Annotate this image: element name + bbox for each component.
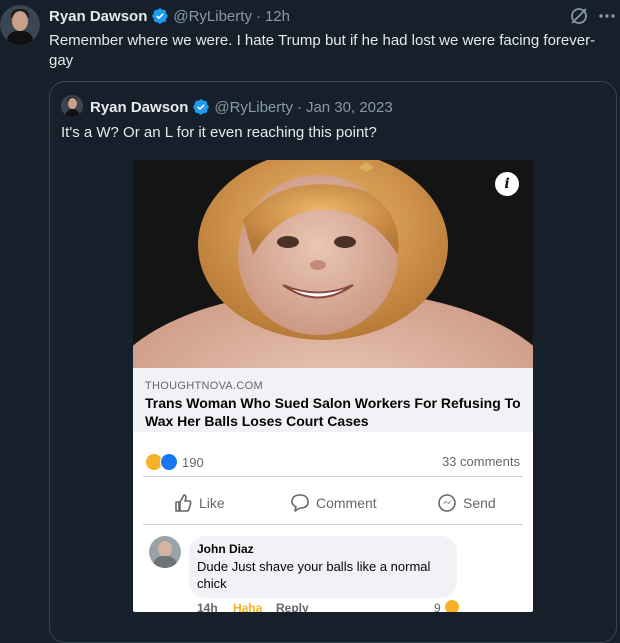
comment-label: Comment [316,495,377,511]
comment-reply-button[interactable]: Reply [276,601,309,612]
comment-time: 14h [197,601,218,612]
quote-date: Jan 30, 2023 [305,98,393,116]
comment-haha-icon [445,600,459,612]
comment-button[interactable]: Comment [290,493,377,513]
header-separator: · [255,7,261,25]
thumbs-up-icon [175,494,192,512]
attached-image[interactable]: i THOUGHTNOVA.COM Trans Woman Who Sued S… [133,160,533,612]
quote-author-avatar [61,95,83,117]
grok-icon[interactable] [569,6,589,26]
messenger-icon [438,494,456,512]
commenter-avatar [149,536,181,568]
send-button[interactable]: Send [437,493,496,513]
tweet-time[interactable]: 12h [265,8,290,25]
quote-author-handle: @RyLiberty [214,98,293,116]
quote-author-name: Ryan Dawson [90,98,189,116]
quote-header: Ryan Dawson @RyLiberty · Jan 30, 2023 [90,97,393,117]
comment-text: Dude Just shave your balls like a normal… [197,559,431,591]
reaction-count: 190 [182,454,204,470]
author-avatar[interactable] [0,5,40,45]
info-icon[interactable]: i [495,172,519,196]
comment-haha-label[interactable]: Haha [233,601,262,612]
like-button[interactable]: Like [173,493,225,513]
divider [143,476,523,477]
comment-author[interactable]: John Diaz [197,542,254,556]
divider [143,524,523,525]
comment-reaction-count: 9 [434,601,441,612]
like-label: Like [199,495,225,511]
comment-count: 33 comments [441,454,520,469]
more-options-icon[interactable] [598,9,616,23]
quote-header-separator: · [296,98,302,116]
post-photo: i [133,160,533,368]
comment-icon [291,494,309,512]
link-headline: Trans Woman Who Sued Salon Workers For R… [145,395,521,429]
author-handle[interactable]: @RyLiberty [173,8,252,25]
tweet-text: Remember where we were. I hate Trump but… [49,32,596,69]
author-name[interactable]: Ryan Dawson [49,8,147,25]
link-domain: THOUGHTNOVA.COM [145,380,263,392]
portrait-illustration [133,160,533,368]
tweet-header: Ryan Dawson @RyLiberty · 12h [49,6,290,26]
like-reaction-icon [160,453,178,471]
send-label: Send [463,495,496,511]
verified-badge-icon [193,99,210,115]
quote-text: It's a W? Or an L for it even reaching t… [61,124,377,141]
verified-badge-icon [152,8,169,24]
link-preview[interactable]: THOUGHTNOVA.COM Trans Woman Who Sued Sal… [133,368,533,432]
reactions-row: 190 [145,452,204,472]
